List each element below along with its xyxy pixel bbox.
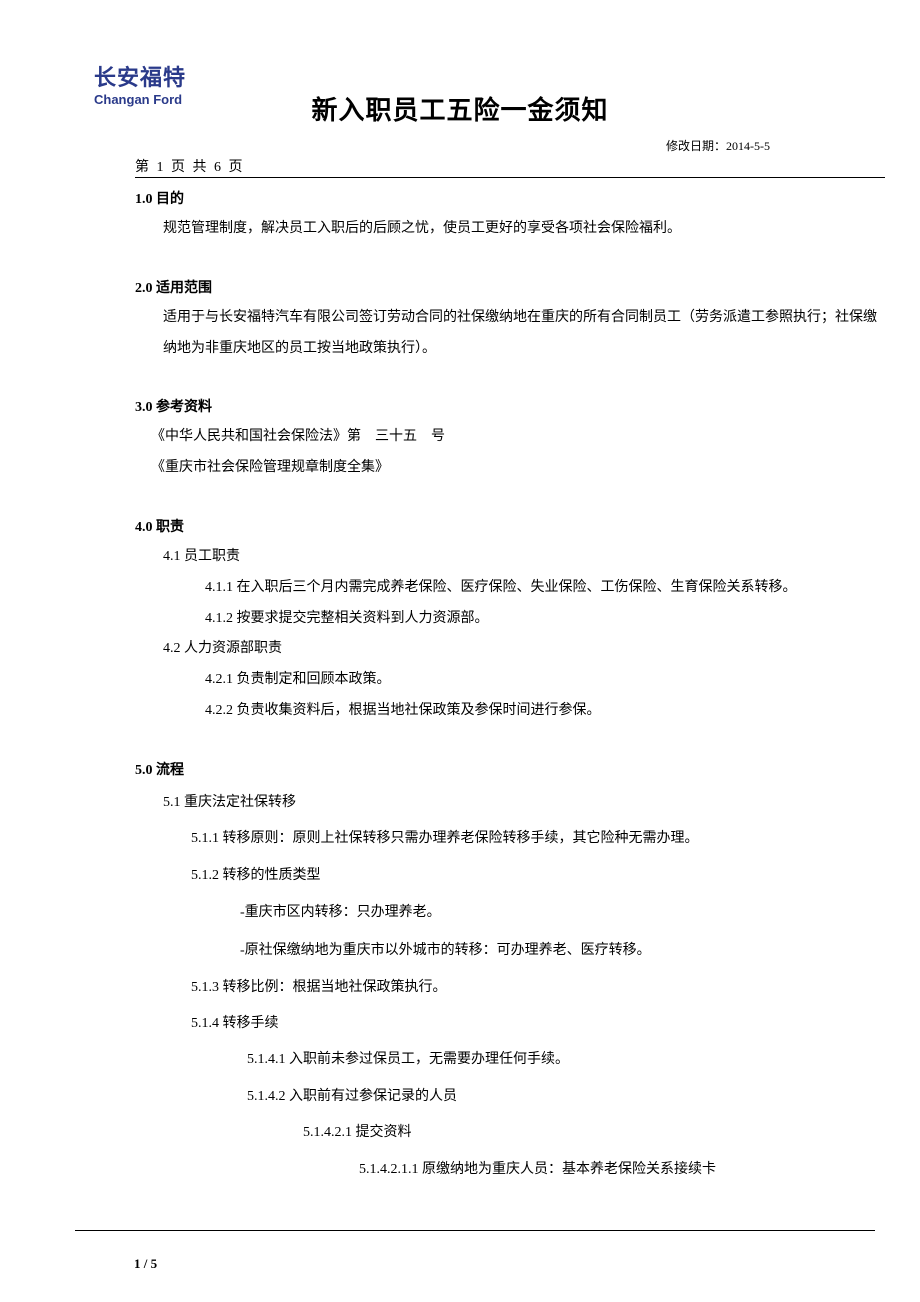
section-5-1-4-2: 5.1.4.2 入职前有过参保记录的人员	[247, 1079, 885, 1115]
section-2-head: 2.0 适用范围	[135, 275, 885, 303]
logo-cn: 长安福特	[94, 60, 186, 92]
section-4-1: 4.1 员工职责	[163, 542, 885, 573]
company-logo: 长安福特 Changan Ford	[94, 60, 186, 107]
section-5-1-2-a: -重庆市区内转移：只办理养老。	[240, 894, 885, 932]
section-1-body: 规范管理制度，解决员工入职后的后顾之忧，使员工更好的享受各项社会保险福利。	[163, 214, 885, 245]
section-5-1-2-b: -原社保缴纳地为重庆市以外城市的转移：可办理养老、医疗转移。	[240, 932, 885, 970]
document-body: 1.0 目的 规范管理制度，解决员工入职后的后顾之忧，使员工更好的享受各项社会保…	[135, 186, 885, 1189]
section-2-body: 适用于与长安福特汽车有限公司签订劳动合同的社保缴纳地在重庆的所有合同制员工（劳务…	[163, 303, 885, 365]
section-5-1: 5.1 重庆法定社保转移	[163, 785, 885, 821]
revision-date-value: 2014-5-5	[726, 139, 770, 153]
section-4-head: 4.0 职责	[135, 514, 885, 542]
section-1-head: 1.0 目的	[135, 186, 885, 214]
section-5-head: 5.0 流程	[135, 757, 885, 785]
section-5-1-4: 5.1.4 转移手续	[191, 1006, 885, 1042]
section-5-1-2: 5.1.2 转移的性质类型	[191, 858, 885, 894]
section-3-head: 3.0 参考资料	[135, 394, 885, 422]
section-3-ref1: 《中华人民共和国社会保险法》第 三十五 号	[151, 422, 885, 453]
section-3-ref2: 《重庆市社会保险管理规章制度全集》	[151, 453, 885, 484]
revision-date: 修改日期：2014-5-5	[55, 137, 770, 154]
section-5-1-4-2-1: 5.1.4.2.1 提交资料	[303, 1115, 885, 1151]
footer-page-number: 1 / 5	[134, 1256, 157, 1272]
page-info-top: 第 1 页 共 6 页	[135, 156, 885, 178]
section-4-2: 4.2 人力资源部职责	[163, 634, 885, 665]
section-4-1-1: 4.1.1 在入职后三个月内需完成养老保险、医疗保险、失业保险、工伤保险、生育保…	[205, 573, 885, 604]
logo-en: Changan Ford	[94, 92, 186, 107]
section-4-2-1: 4.2.1 负责制定和回顾本政策。	[205, 665, 885, 696]
section-4-1-2: 4.1.2 按要求提交完整相关资料到人力资源部。	[205, 604, 885, 635]
section-5-1-3: 5.1.3 转移比例：根据当地社保政策执行。	[191, 970, 885, 1006]
section-5-1-1: 5.1.1 转移原则：原则上社保转移只需办理养老保险转移手续，其它险种无需办理。	[191, 821, 885, 857]
revision-date-label: 修改日期：	[666, 139, 726, 153]
section-5-1-4-2-1-1: 5.1.4.2.1.1 原缴纳地为重庆人员：基本养老保险关系接续卡	[359, 1151, 885, 1189]
section-5-1-4-1: 5.1.4.1 入职前未参过保员工，无需要办理任何手续。	[247, 1042, 885, 1078]
section-4-2-2: 4.2.2 负责收集资料后，根据当地社保政策及参保时间进行参保。	[205, 696, 885, 727]
footer-divider	[75, 1230, 875, 1231]
